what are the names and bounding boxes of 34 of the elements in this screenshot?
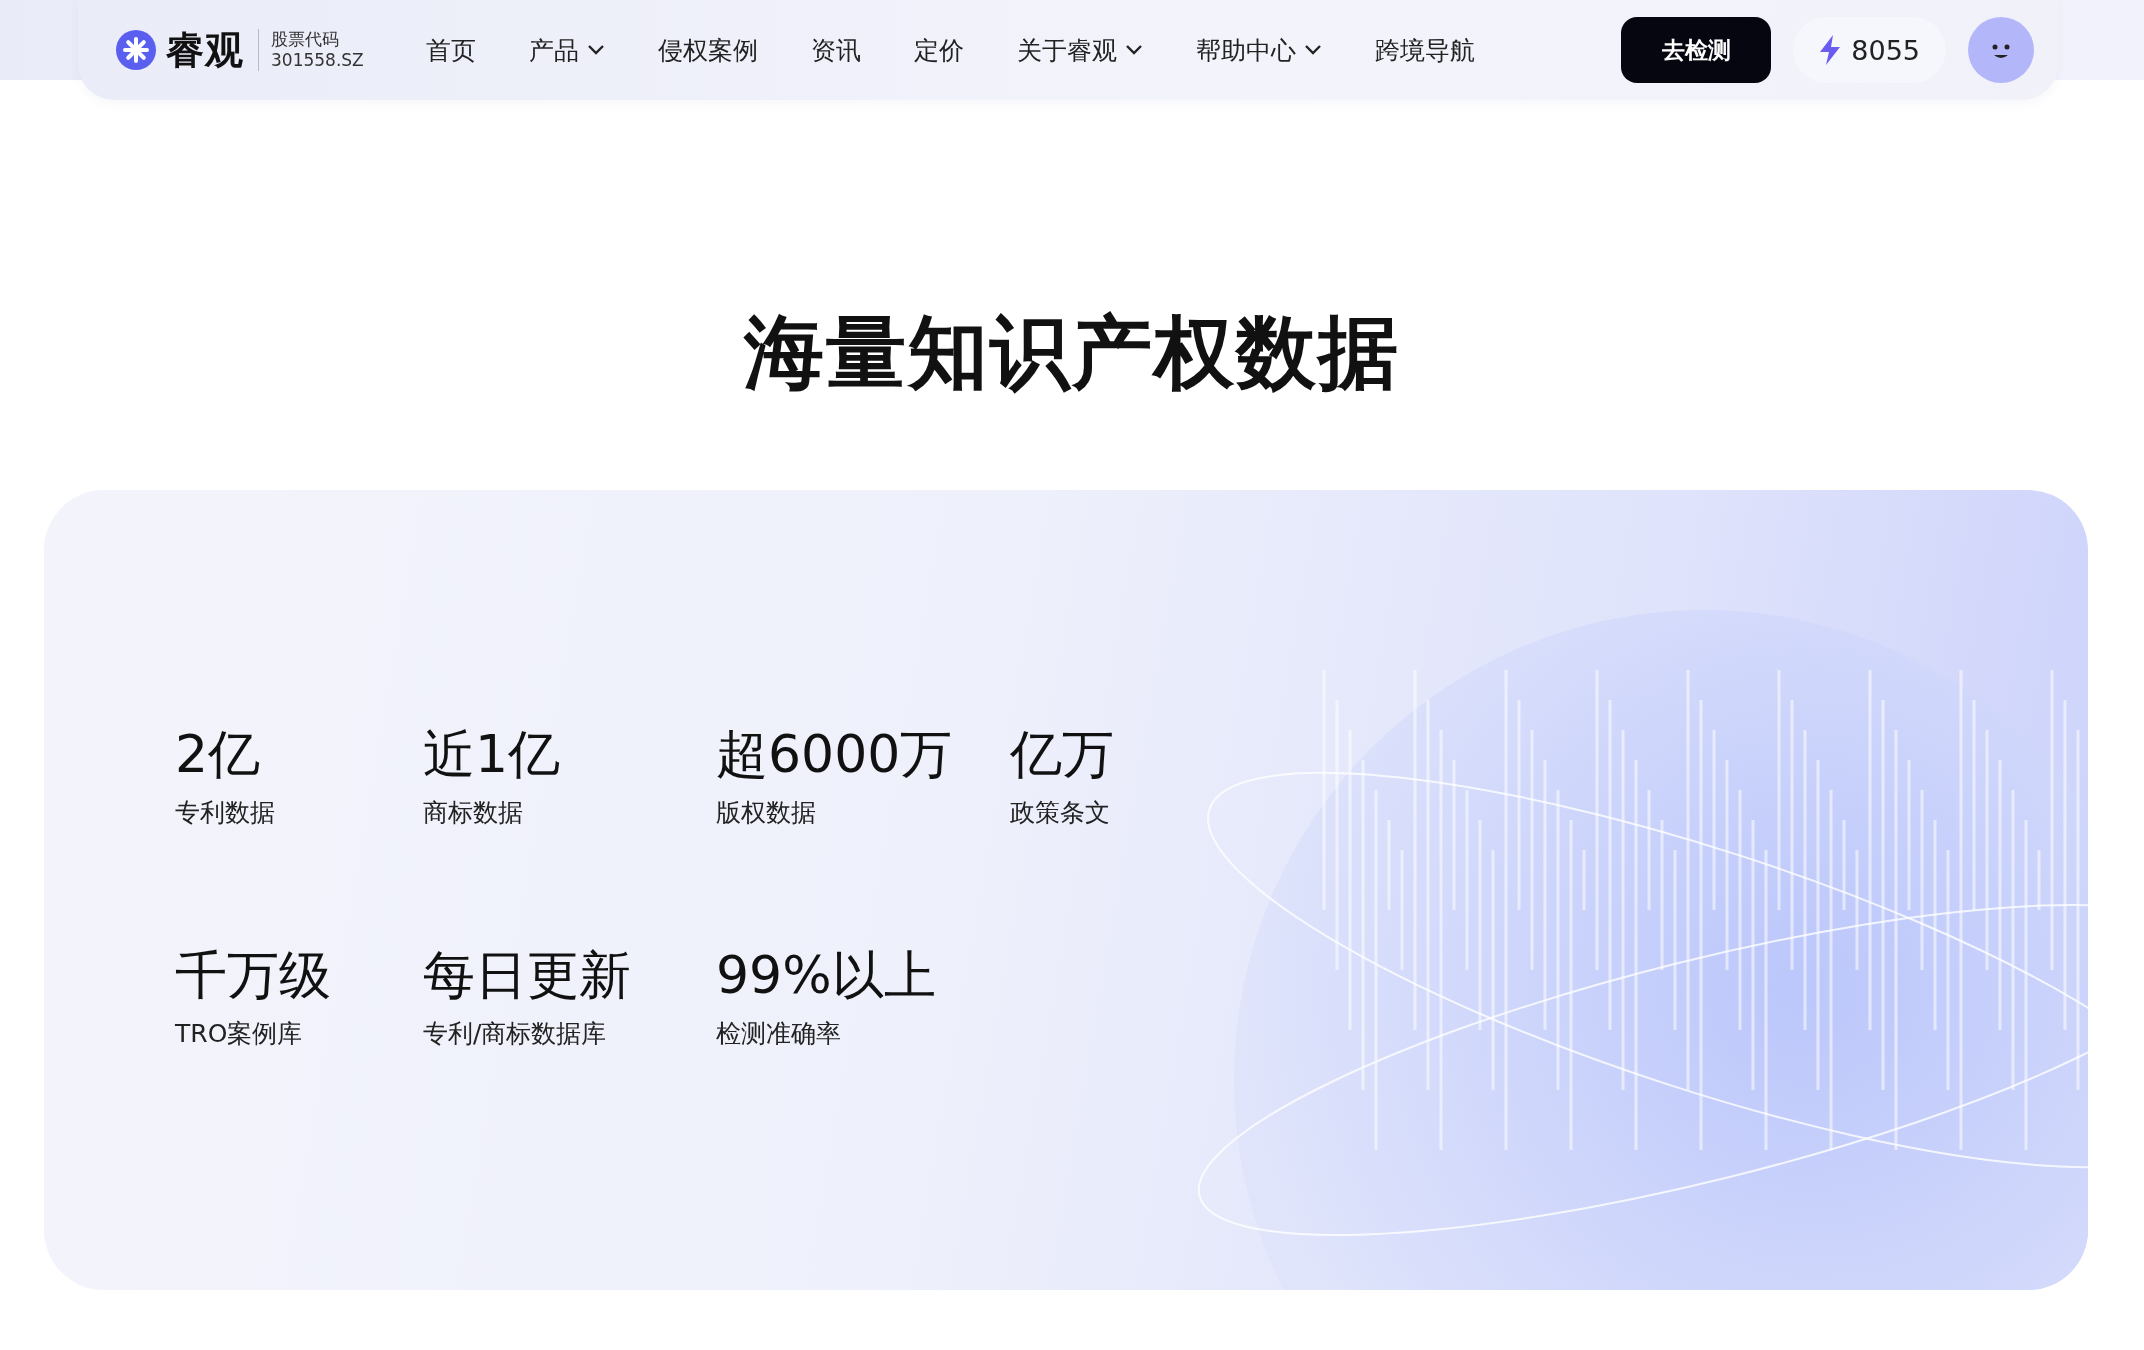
detect-button[interactable]: 去检测: [1621, 17, 1772, 83]
stat-value: 近1亿: [423, 723, 562, 786]
chevron-down-icon: [1303, 44, 1322, 56]
stat-label: 专利数据: [175, 797, 276, 829]
stat-value: 超6000万: [716, 723, 954, 786]
nav-link[interactable]: 资讯: [810, 33, 861, 67]
nav-link[interactable]: 帮助中心: [1195, 33, 1322, 67]
stat-value: 亿万: [1010, 723, 1115, 786]
stat-label: 版权数据: [716, 797, 817, 829]
chevron-down-icon: [1124, 44, 1143, 56]
stat-label: 商标数据: [423, 797, 524, 829]
stock-code: 301558.SZ: [271, 50, 364, 71]
nav-link[interactable]: 首页: [425, 33, 476, 67]
stat-label: 检测准确率: [716, 1018, 842, 1050]
nav-link[interactable]: 产品: [528, 33, 605, 67]
stat-value: 每日更新: [423, 944, 632, 1007]
asterisk-logo-icon: [116, 30, 156, 70]
stat-value: 2亿: [175, 723, 262, 786]
stock-label: 股票代码: [271, 29, 340, 50]
stat-label: 专利/商标数据库: [423, 1018, 608, 1050]
chevron-down-icon: [586, 44, 605, 56]
lightning-icon: [1819, 35, 1842, 65]
stat-value: 99%以上: [716, 944, 937, 1007]
nav-link[interactable]: 关于睿观: [1016, 33, 1143, 67]
stat-label: TRO案例库: [175, 1018, 304, 1050]
nav-link[interactable]: 定价: [913, 33, 964, 67]
section-title: 海量知识产权数据: [742, 305, 1401, 401]
points-button[interactable]: 8055: [1793, 17, 1946, 83]
stat-label: 政策条文: [1010, 797, 1111, 829]
stat-value: 千万级: [175, 944, 332, 1007]
brand-name: 睿观: [166, 26, 244, 74]
nav-link[interactable]: 跨境导航: [1374, 33, 1475, 67]
avatar-icon[interactable]: [1968, 17, 2034, 83]
nav-link[interactable]: 侵权案例: [657, 33, 758, 67]
